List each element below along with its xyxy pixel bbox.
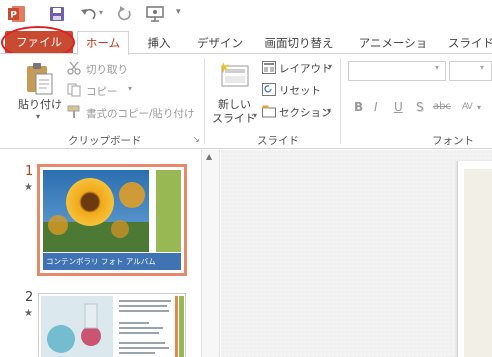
slide-editor-pane	[221, 150, 492, 357]
character-spacing-button[interactable]: AV	[462, 102, 473, 112]
reset-button[interactable]: リセット	[279, 83, 321, 98]
underline-button[interactable]: U	[394, 100, 403, 114]
section-icon	[262, 105, 276, 118]
new-slide-icon[interactable]	[220, 60, 250, 90]
slides-group-label: スライド	[257, 135, 299, 147]
font-size-dropdown-icon[interactable]: ▾	[480, 63, 484, 72]
font-name-combobox[interactable]	[348, 61, 446, 81]
animation-star-icon: ★	[24, 182, 33, 193]
slide-number: 2	[25, 290, 34, 305]
save-icon[interactable]	[49, 5, 65, 23]
format-painter-button[interactable]: 書式のコピー/貼り付け	[86, 106, 195, 121]
layout-button[interactable]: レイアウト	[279, 61, 332, 76]
ribbon-home: 貼り付け ▾ 切り取り コピー ▾ 書式のコピー/貼り付け クリップボード ↘ …	[0, 53, 492, 149]
group-divider	[204, 58, 205, 144]
font-name-dropdown-icon[interactable]: ▾	[435, 63, 439, 72]
format-painter-icon	[67, 105, 80, 118]
copy-icon	[67, 83, 81, 97]
slide-background	[464, 169, 492, 357]
new-slide-dropdown-icon[interactable]: ▾	[253, 111, 257, 120]
italic-button[interactable]: I	[374, 100, 378, 114]
font-group-label: フォント	[432, 135, 474, 147]
copy-dropdown-icon[interactable]: ▾	[128, 84, 132, 93]
slide-thumbnails-pane: 1 ★ コンテンポラリ フォト アルバム 2 ★	[0, 150, 201, 357]
reset-icon	[262, 83, 276, 96]
quick-access-toolbar: P ▾ ▾	[0, 0, 492, 28]
new-slide-label-line2[interactable]: スライド	[212, 110, 256, 126]
clipboard-group-label: クリップボード	[68, 135, 142, 147]
tab-design[interactable]: デザイン	[193, 33, 247, 53]
slide-thumbnail-1[interactable]: コンテンポラリ フォト アルバム	[37, 164, 187, 276]
slide-number: 1	[25, 164, 34, 179]
layout-icon	[262, 61, 276, 74]
tab-transitions[interactable]: 画面切り替え	[260, 33, 338, 53]
paste-icon[interactable]	[24, 62, 54, 96]
cut-button[interactable]: 切り取り	[86, 62, 128, 77]
customize-qat-icon[interactable]: ▾	[176, 7, 181, 25]
font-size-combobox[interactable]	[449, 61, 492, 81]
scroll-up-arrow-icon[interactable]: ▲	[206, 152, 212, 161]
shadow-button[interactable]: S	[416, 100, 424, 114]
tab-animations[interactable]: アニメーション	[355, 33, 431, 70]
section-button[interactable]: セクション	[279, 105, 332, 120]
tab-insert[interactable]: 挿入	[143, 33, 175, 53]
strikethrough-button[interactable]: abc	[433, 101, 451, 112]
layout-dropdown-icon[interactable]: ▾	[328, 62, 332, 71]
bold-button[interactable]: B	[354, 100, 363, 114]
thumbnails-scrollbar[interactable]: ▲	[201, 150, 220, 357]
paste-button[interactable]: 貼り付け	[18, 96, 62, 112]
svg-text:P: P	[10, 11, 17, 21]
current-slide-canvas[interactable]	[457, 161, 492, 357]
slide-thumbnail-2[interactable]	[38, 293, 186, 357]
slideshow-from-start-icon[interactable]	[145, 5, 165, 23]
redo-icon[interactable]	[117, 5, 133, 23]
slide-thumbnail-title: コンテンポラリ フォト アルバム	[46, 257, 156, 266]
character-spacing-dropdown-icon[interactable]: ▾	[477, 103, 481, 112]
group-divider	[340, 58, 341, 144]
undo-dropdown-icon[interactable]: ▾	[99, 8, 103, 26]
tab-slideshow[interactable]: スライド シ	[448, 33, 492, 70]
section-dropdown-icon[interactable]: ▾	[327, 106, 331, 115]
slide-2-preview	[41, 296, 184, 357]
undo-icon[interactable]	[80, 5, 98, 23]
cut-icon	[67, 61, 81, 75]
copy-button[interactable]: コピー	[86, 84, 118, 99]
paste-dropdown-icon[interactable]: ▾	[36, 112, 40, 121]
clipboard-dialog-launcher-icon[interactable]: ↘	[193, 135, 200, 144]
tab-home[interactable]: ホーム	[77, 31, 129, 55]
animation-star-icon: ★	[24, 308, 33, 319]
powerpoint-logo-icon[interactable]: P	[8, 5, 26, 23]
